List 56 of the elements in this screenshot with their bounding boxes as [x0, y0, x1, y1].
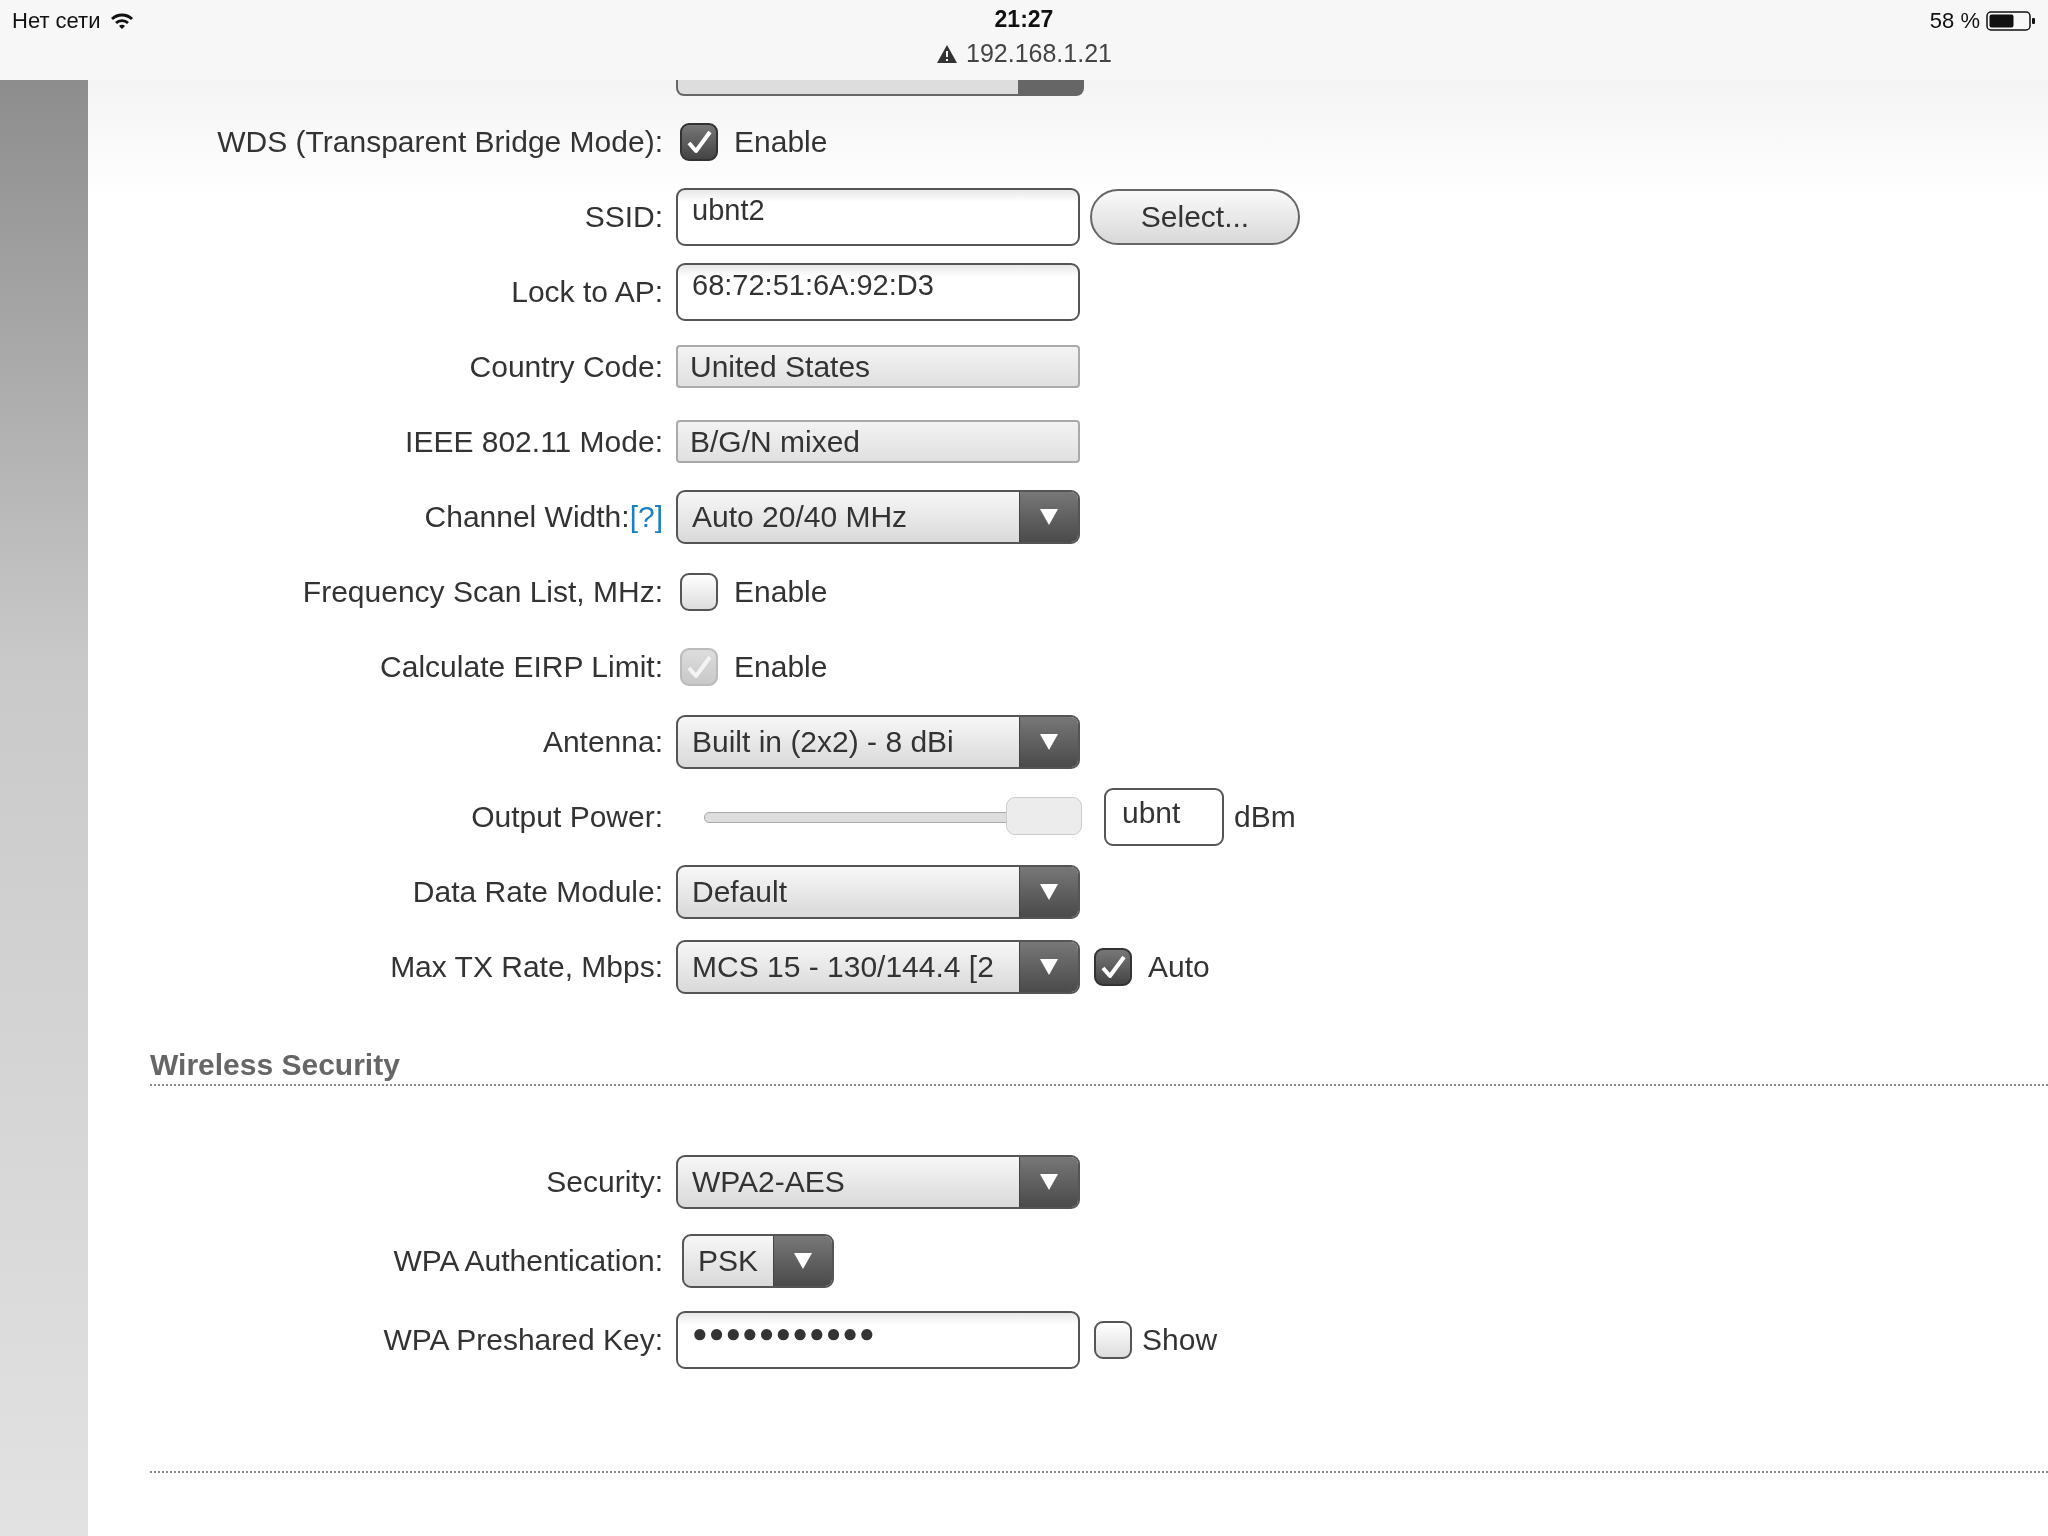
checkbox[interactable]	[1094, 947, 1132, 986]
field-label: Data Rate Module:	[412, 874, 663, 909]
readonly-field: United States	[676, 345, 1080, 388]
dropdown[interactable]	[676, 80, 1084, 96]
section-heading: Wireless Security	[150, 1048, 400, 1082]
checkbox-label: Enable	[734, 649, 828, 684]
field-label: Output Power:	[471, 799, 663, 834]
field-label: Security:	[546, 1164, 663, 1199]
slider[interactable]	[704, 796, 1082, 837]
caret-icon	[793, 1251, 813, 1270]
slider-thumb[interactable]	[1006, 796, 1082, 835]
field-label: Calculate EIRP Limit:	[380, 649, 663, 684]
dropdown[interactable]: MCS 15 - 130/144.4 [2	[676, 939, 1080, 994]
dropdown[interactable]: WPA2-AES	[676, 1154, 1080, 1209]
carrier-status: Нет сети	[12, 8, 101, 34]
checkbox[interactable]	[680, 572, 718, 611]
field-label: IEEE 802.11 Mode:	[405, 424, 663, 459]
field-label: Country Code:	[469, 349, 663, 384]
page-address[interactable]: 192.168.1.21	[966, 39, 1112, 68]
caret-icon	[1039, 1172, 1059, 1191]
readonly-field: B/G/N mixed	[676, 420, 1080, 463]
checkbox-label: Auto	[1148, 949, 1210, 984]
caret-icon	[1039, 957, 1059, 976]
field-label: Channel Width:	[424, 499, 630, 534]
field-label: WPA Preshared Key:	[383, 1322, 663, 1357]
field-label: WPA Authentication:	[393, 1243, 663, 1278]
wifi-icon	[110, 12, 135, 30]
caret-icon	[1039, 882, 1059, 901]
battery-percentage: 58 %	[1929, 8, 1980, 34]
checkbox-label: Enable	[734, 124, 828, 159]
warning-icon	[936, 43, 958, 64]
unit-label: dBm	[1234, 799, 1296, 834]
help-link[interactable]: [?]	[629, 499, 663, 534]
dropdown[interactable]: Default	[676, 864, 1080, 919]
field-label: Frequency Scan List, MHz:	[302, 574, 663, 609]
dropdown[interactable]: Built in (2x2) - 8 dBi	[676, 714, 1080, 769]
clock-time: 21:27	[994, 6, 1054, 33]
checkbox-label: Enable	[734, 574, 828, 609]
field-label: WDS (Transparent Bridge Mode):	[217, 124, 663, 159]
input-field[interactable]: ubnt	[1104, 787, 1224, 846]
checkbox-label: Show	[1142, 1322, 1218, 1357]
battery-icon	[1986, 11, 2036, 31]
field-label: Max TX Rate, Mbps:	[390, 949, 663, 984]
input-field[interactable]: 68:72:51:6A:92:D3	[676, 262, 1080, 321]
caret-icon	[1039, 732, 1059, 751]
password-field[interactable]: ●●●●●●●●●●●	[676, 1310, 1080, 1369]
caret-icon	[1039, 507, 1059, 526]
field-label: Lock to AP:	[511, 274, 663, 309]
checkbox[interactable]	[680, 122, 718, 161]
input-field[interactable]: ubnt2	[676, 187, 1080, 246]
select-button[interactable]: Select...	[1090, 188, 1300, 245]
field-label: SSID:	[584, 199, 663, 234]
dropdown[interactable]: Auto 20/40 MHz	[676, 489, 1080, 544]
field-label: Antenna:	[542, 724, 663, 759]
checkbox[interactable]	[1094, 1320, 1132, 1359]
dropdown[interactable]: PSK	[682, 1233, 834, 1288]
